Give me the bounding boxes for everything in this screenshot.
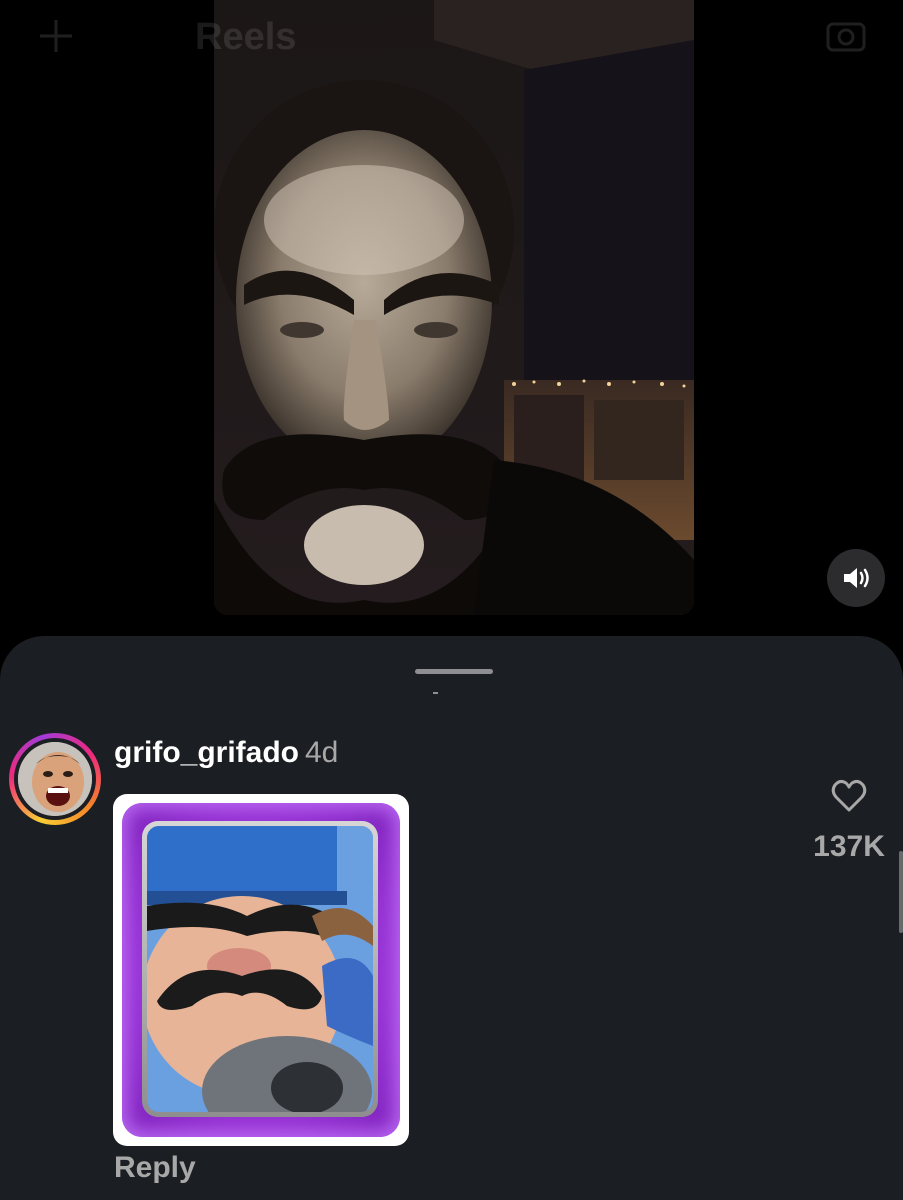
- comment-header: grifo_grifado 4d: [114, 733, 338, 773]
- sheet-grabber[interactable]: [415, 669, 493, 674]
- avatar-story-ring[interactable]: [9, 733, 101, 825]
- comments-sheet[interactable]: grifo_grifado 4d Reply 137K: [0, 636, 903, 1200]
- cartoon-character-icon: [147, 826, 373, 1112]
- like-area: 137K: [806, 776, 892, 864]
- plus-icon[interactable]: [36, 16, 76, 56]
- comment-timestamp: 4d: [305, 736, 339, 769]
- sound-toggle-button[interactable]: [827, 549, 885, 607]
- scroll-indicator[interactable]: [899, 851, 903, 933]
- video-frame-illustration: [214, 0, 694, 615]
- like-count: 137K: [813, 830, 885, 863]
- camera-icon[interactable]: [825, 14, 867, 56]
- reels-comment-screen: Reels grifo_grifado 4d Reply 137K: [0, 0, 903, 1200]
- comment-sticker[interactable]: [113, 794, 409, 1146]
- sticker-card: [142, 821, 378, 1117]
- heart-outline-icon[interactable]: [829, 776, 869, 816]
- avatar[interactable]: [14, 738, 96, 820]
- speaker-icon: [844, 568, 869, 588]
- sticker-glow-frame: [122, 803, 400, 1137]
- comment-username[interactable]: grifo_grifado: [114, 736, 299, 769]
- top-bar-title[interactable]: Reels: [195, 16, 296, 59]
- profile-avatar-icon: [18, 742, 92, 816]
- top-bar: Reels: [0, 0, 903, 70]
- reply-button[interactable]: Reply: [114, 1151, 196, 1185]
- sheet-grabber-dot: [433, 692, 438, 694]
- reel-video[interactable]: [214, 0, 694, 615]
